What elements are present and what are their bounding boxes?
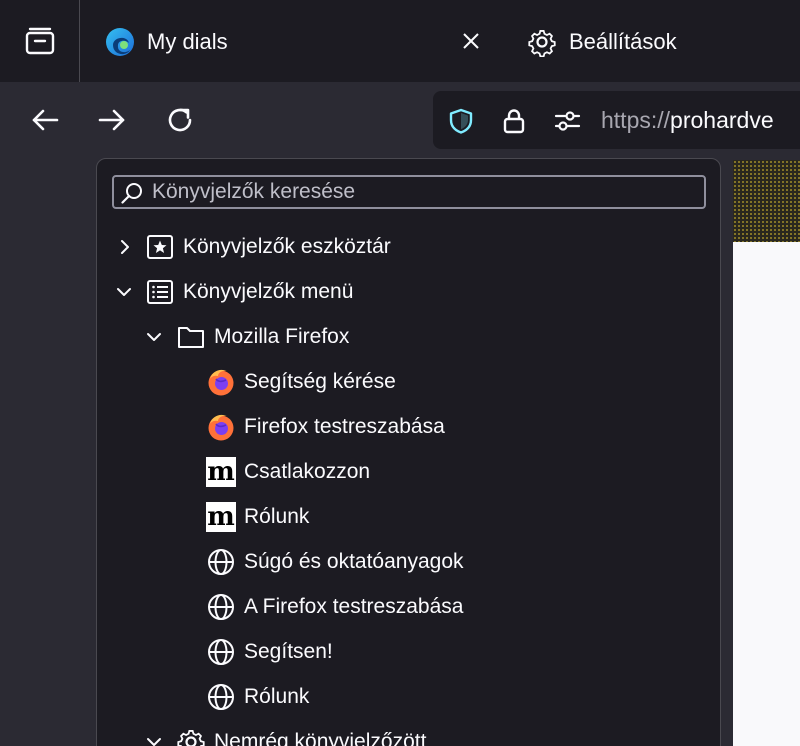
page-header-pattern bbox=[733, 160, 800, 242]
firefox-view-icon bbox=[25, 27, 55, 55]
reload-button[interactable] bbox=[160, 100, 200, 140]
tree-item-label: Segítség kérése bbox=[244, 370, 396, 393]
bookmarks-search-box[interactable] bbox=[112, 175, 706, 209]
navigation-toolbar: https://prohardve bbox=[0, 82, 800, 160]
tree-item-bookmark[interactable]: Súgó és oktatóanyagok bbox=[97, 542, 720, 582]
tree-item-bookmarks-toolbar[interactable]: Könyvjelzők eszköztár bbox=[97, 227, 720, 267]
firefox-icon bbox=[208, 414, 234, 441]
tab-separator bbox=[79, 0, 80, 82]
close-icon bbox=[463, 33, 479, 49]
tree-item-bookmark[interactable]: Segítsen! bbox=[97, 632, 720, 672]
url-host: prohardve bbox=[670, 107, 774, 133]
arrow-left-icon bbox=[32, 109, 59, 131]
bookmarks-sidebar-panel: Könyvjelzők eszköztár Könyvjelzők menü M… bbox=[96, 158, 721, 746]
back-button[interactable] bbox=[25, 100, 65, 140]
permissions-sliders-icon[interactable] bbox=[553, 107, 581, 135]
tree-item-label: Firefox testreszabása bbox=[244, 415, 445, 438]
reload-icon bbox=[168, 108, 192, 132]
tree-item-label: Könyvjelzők menü bbox=[183, 280, 354, 303]
chevron-down-icon[interactable] bbox=[145, 733, 163, 746]
tree-item-bookmarks-menu[interactable]: Könyvjelzők menü bbox=[97, 272, 720, 312]
tree-item-label: Csatlakozzon bbox=[244, 460, 371, 483]
forward-button[interactable] bbox=[92, 100, 132, 140]
tree-item-bookmark[interactable]: Firefox testreszabása bbox=[97, 407, 720, 447]
mozilla-m-icon: m bbox=[206, 502, 236, 532]
tree-item-bookmark[interactable]: Rólunk bbox=[97, 677, 720, 717]
tree-item-label: Segítsen! bbox=[244, 640, 333, 663]
search-icon bbox=[121, 183, 142, 204]
tree-item-label: A Firefox testreszabása bbox=[244, 595, 464, 618]
gear-icon bbox=[528, 30, 556, 57]
globe-icon bbox=[208, 549, 234, 575]
close-tab-button[interactable] bbox=[458, 28, 484, 54]
arrow-right-icon bbox=[98, 109, 125, 131]
bookmarks-toolbar-icon bbox=[147, 235, 173, 259]
tree-item-label: Mozilla Firefox bbox=[214, 325, 350, 348]
chevron-down-icon[interactable] bbox=[115, 283, 133, 301]
globe-icon bbox=[208, 594, 234, 620]
url-text[interactable]: https://prohardve bbox=[601, 107, 774, 134]
url-scheme: https:// bbox=[601, 107, 671, 133]
tree-item-label: Nemrég könyvjelzőzött bbox=[214, 730, 427, 746]
url-bar[interactable]: https://prohardve bbox=[433, 91, 800, 149]
globe-icon bbox=[208, 639, 234, 665]
tab-strip: My dials Beállítások bbox=[0, 0, 800, 82]
mozilla-m-icon: m bbox=[206, 457, 236, 487]
tree-item-bookmark[interactable]: m Csatlakozzon bbox=[97, 452, 720, 492]
tree-item-recently-bookmarked[interactable]: Nemrég könyvjelzőzött bbox=[97, 722, 720, 746]
gear-icon bbox=[177, 730, 205, 746]
tree-item-label: Könyvjelzők eszköztár bbox=[183, 235, 391, 258]
tree-item-bookmark[interactable]: m Rólunk bbox=[97, 497, 720, 537]
bookmarks-search-input[interactable] bbox=[152, 178, 692, 206]
tree-item-bookmark[interactable]: A Firefox testreszabása bbox=[97, 587, 720, 627]
tree-item-mozilla-firefox-folder[interactable]: Mozilla Firefox bbox=[97, 317, 720, 357]
firefox-icon bbox=[208, 369, 234, 396]
page-content bbox=[733, 160, 800, 746]
edge-favicon-icon bbox=[106, 28, 134, 56]
tree-item-label: Rólunk bbox=[244, 685, 310, 708]
tracking-protection-shield-icon[interactable] bbox=[447, 107, 475, 135]
tree-item-label: Rólunk bbox=[244, 505, 310, 528]
firefox-view-button[interactable] bbox=[0, 0, 80, 82]
folder-icon bbox=[178, 327, 204, 348]
globe-icon bbox=[208, 684, 234, 710]
tree-item-label: Súgó és oktatóanyagok bbox=[244, 550, 464, 573]
lock-icon[interactable] bbox=[500, 107, 528, 135]
chevron-down-icon[interactable] bbox=[145, 328, 163, 346]
bookmarks-menu-icon bbox=[147, 280, 173, 304]
chevron-right-icon[interactable] bbox=[116, 238, 134, 256]
tab-title: My dials bbox=[147, 29, 228, 54]
tab-settings[interactable]: Beállítások bbox=[520, 0, 800, 82]
tree-item-bookmark[interactable]: Segítség kérése bbox=[97, 362, 720, 402]
tab-title: Beállítások bbox=[569, 29, 677, 54]
tab-my-dials[interactable]: My dials bbox=[88, 0, 498, 82]
